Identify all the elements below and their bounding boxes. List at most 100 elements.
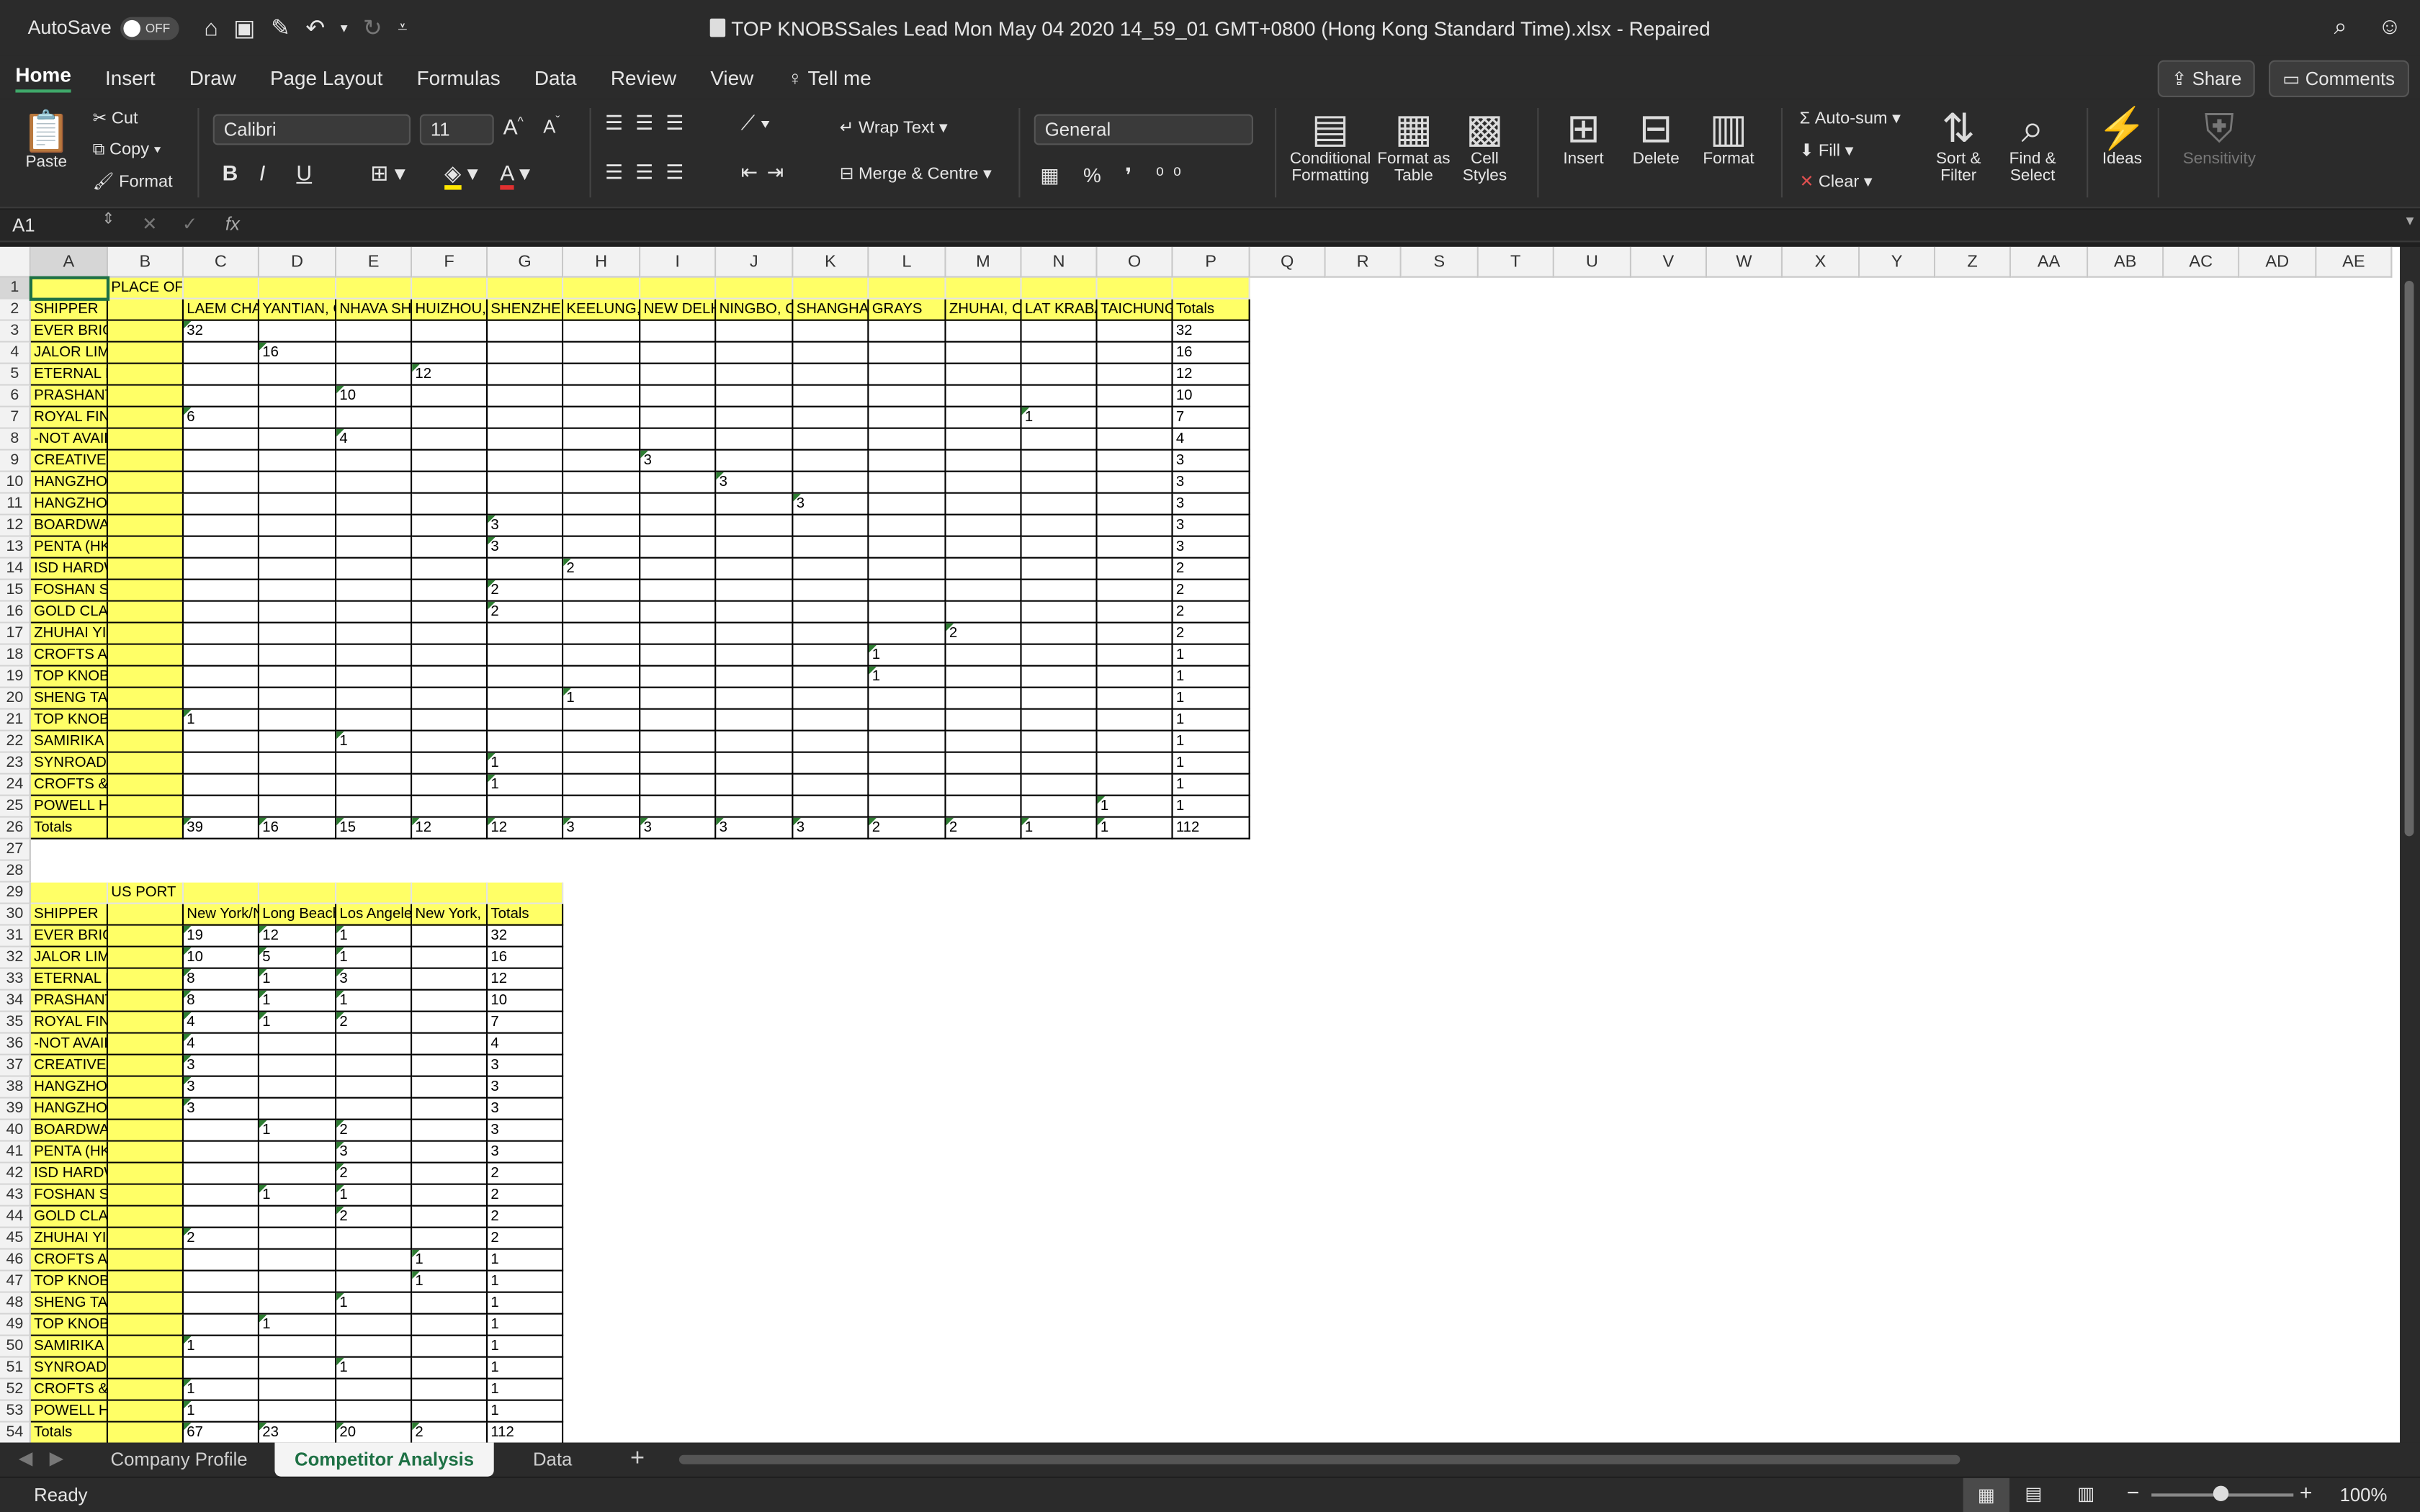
cell[interactable]	[259, 1033, 337, 1056]
cell[interactable]	[336, 1314, 413, 1336]
cell[interactable]	[869, 623, 946, 645]
cell[interactable]	[183, 1292, 259, 1315]
cut-button[interactable]: ✂ Cut	[93, 108, 138, 128]
cell[interactable]: PLACE OF R	[108, 277, 184, 300]
cell[interactable]	[108, 472, 184, 494]
cell[interactable]: 1	[183, 1336, 259, 1358]
cell[interactable]: 3	[488, 1098, 564, 1120]
row-header[interactable]: 11	[0, 493, 31, 516]
cell[interactable]	[108, 1141, 184, 1164]
cell[interactable]	[1097, 407, 1173, 429]
row-header[interactable]: 6	[0, 385, 31, 408]
column-header[interactable]: U	[1554, 246, 1631, 278]
cell[interactable]	[946, 364, 1022, 386]
cell[interactable]: 10	[1173, 385, 1250, 408]
format-painter-button[interactable]: 🖌 Format	[93, 171, 173, 192]
cell[interactable]: SYNROAD HARDWARE I	[30, 1357, 108, 1380]
cell[interactable]	[183, 1184, 259, 1207]
cell[interactable]	[412, 882, 488, 904]
row-header[interactable]: 50	[0, 1336, 31, 1358]
cell[interactable]	[412, 1012, 488, 1034]
cell[interactable]	[946, 644, 1022, 667]
cell[interactable]	[488, 320, 564, 343]
cell[interactable]: 10	[488, 990, 564, 1012]
cell[interactable]	[183, 774, 259, 796]
cell[interactable]	[640, 623, 717, 645]
cell[interactable]: JALOR LIMITED	[30, 947, 108, 969]
cell[interactable]	[946, 320, 1022, 343]
cell[interactable]	[946, 774, 1022, 796]
cell[interactable]	[108, 1120, 184, 1142]
cell[interactable]	[412, 1357, 488, 1380]
cell[interactable]: ROYAL FINISHING CO.,L	[30, 1012, 108, 1034]
cell[interactable]: 2	[488, 1184, 564, 1207]
cell[interactable]	[259, 1098, 337, 1120]
insert-cells-button[interactable]: ⊞ Insert	[1549, 105, 1617, 168]
decrease-font-icon[interactable]: Aˇ	[543, 114, 560, 138]
cell[interactable]: 1	[336, 1292, 413, 1315]
cell[interactable]	[183, 1163, 259, 1185]
underline-button[interactable]: U	[296, 161, 312, 185]
cell[interactable]	[183, 428, 259, 451]
cell[interactable]	[869, 709, 946, 732]
cell[interactable]: 2	[1173, 558, 1250, 580]
row-header[interactable]: 9	[0, 450, 31, 472]
cell[interactable]	[488, 666, 564, 688]
cell[interactable]	[259, 1249, 337, 1272]
cell[interactable]	[108, 1098, 184, 1120]
cell[interactable]	[869, 515, 946, 537]
cell[interactable]: 32	[183, 320, 259, 343]
cell[interactable]	[336, 796, 413, 818]
row-header[interactable]: 42	[0, 1163, 31, 1185]
cell[interactable]	[259, 493, 337, 516]
cell[interactable]	[869, 277, 946, 300]
cell[interactable]	[793, 774, 869, 796]
cell[interactable]	[108, 407, 184, 429]
cell[interactable]	[640, 364, 717, 386]
cell[interactable]	[946, 277, 1022, 300]
cell[interactable]	[108, 947, 184, 969]
column-header[interactable]: Y	[1860, 246, 1936, 278]
row-header[interactable]: 47	[0, 1271, 31, 1293]
cell[interactable]: -NOT AVAILABLE-	[30, 1033, 108, 1056]
cell[interactable]: 2	[869, 817, 946, 840]
cell[interactable]	[183, 644, 259, 667]
cell[interactable]: 2	[946, 817, 1022, 840]
cell[interactable]	[259, 796, 337, 818]
column-header[interactable]: AD	[2239, 246, 2317, 278]
cell[interactable]: 1	[1173, 731, 1250, 753]
cell[interactable]	[946, 407, 1022, 429]
cell[interactable]: NINGBO, CI	[716, 299, 794, 321]
cell[interactable]: 1	[336, 1357, 413, 1380]
cell[interactable]: 1	[1021, 817, 1098, 840]
cell[interactable]: HUIZHOU,C	[412, 299, 488, 321]
column-header[interactable]: A	[30, 246, 108, 278]
cell[interactable]: 1	[488, 1400, 564, 1423]
cell[interactable]	[412, 1228, 488, 1250]
cell[interactable]	[183, 450, 259, 472]
row-header[interactable]: 10	[0, 472, 31, 494]
cell[interactable]	[869, 558, 946, 580]
cell[interactable]: 1	[488, 1314, 564, 1336]
row-header[interactable]: 46	[0, 1249, 31, 1272]
cell[interactable]	[108, 385, 184, 408]
cell[interactable]	[946, 666, 1022, 688]
column-header[interactable]: T	[1478, 246, 1554, 278]
row-header[interactable]: 35	[0, 1012, 31, 1034]
row-header[interactable]: 38	[0, 1076, 31, 1099]
cell[interactable]: 1	[488, 1271, 564, 1293]
cell[interactable]	[1021, 364, 1098, 386]
cell[interactable]: 1	[259, 1012, 337, 1034]
cell[interactable]: 1	[336, 990, 413, 1012]
cell[interactable]	[259, 1379, 337, 1401]
cell[interactable]	[1021, 580, 1098, 602]
cell[interactable]	[488, 796, 564, 818]
cell[interactable]	[793, 515, 869, 537]
cell[interactable]	[946, 472, 1022, 494]
cell[interactable]	[336, 644, 413, 667]
cell[interactable]	[259, 1163, 337, 1185]
cell[interactable]	[259, 709, 337, 732]
cell[interactable]: BOARDWALK HOME FU	[30, 1120, 108, 1142]
cell[interactable]	[412, 580, 488, 602]
cell[interactable]	[716, 774, 794, 796]
